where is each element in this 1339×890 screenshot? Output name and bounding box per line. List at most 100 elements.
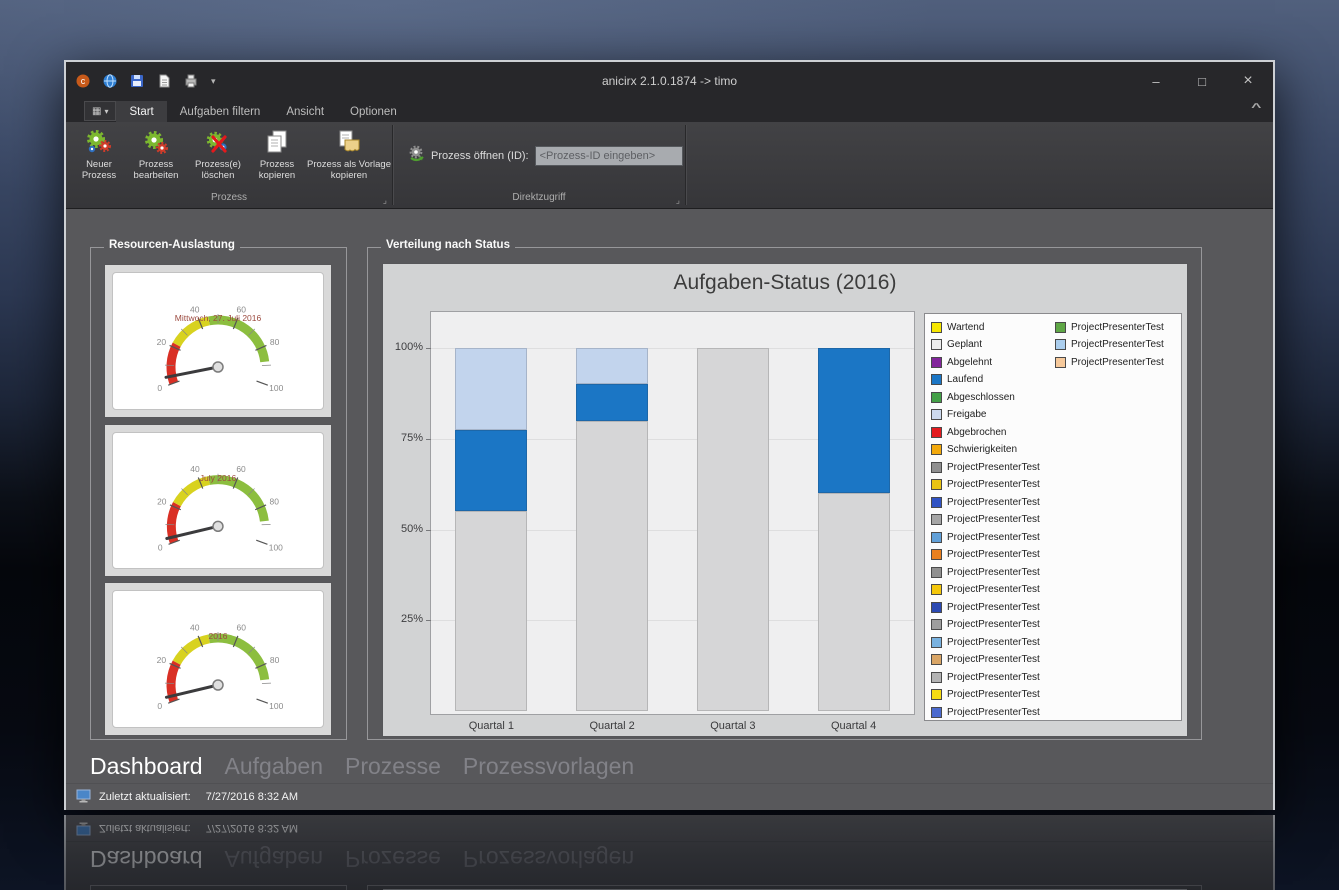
ribbon-group-separator [685,125,686,205]
close-button[interactable]: × [1231,69,1265,93]
prozess-kopieren-button[interactable]: Prozess kopieren [250,125,304,182]
svg-text:80: 80 [270,496,280,506]
svg-text:100: 100 [269,542,283,552]
quick-access-toolbar: c ▾ [74,72,216,90]
gauge-year: 0 20 40 60 80 100 2016 [112,590,324,728]
app-menu-button[interactable]: ▦ ▾ [84,101,117,121]
legend-item: Laufend [931,373,983,387]
bottom-navigation: Dashboard Aufgaben Prozesse Prozessvorla… [66,749,1273,783]
last-updated-label: Zuletzt aktualisiert: [99,791,191,803]
ribbon-tab-row: ▦ ▾ Start Aufgaben filtern Ansicht Option… [66,100,1273,122]
legend-label: Laufend [947,374,984,385]
copy-template-icon [335,127,363,157]
svg-text:c: c [81,76,86,86]
save-icon[interactable] [128,72,146,90]
legend-item: Abgelehnt [931,355,992,369]
legend-swatch [931,479,942,490]
globe-icon[interactable] [101,72,119,90]
nav-item-prozessvorlagen[interactable]: Prozessvorlagen [463,753,634,780]
nav-item-dashboard[interactable]: Dashboard [90,753,203,780]
maximize-button[interactable]: □ [1185,69,1219,93]
printer-icon[interactable] [182,72,200,90]
bar-segment-geplant [696,348,769,711]
legend-swatch [931,356,942,368]
x-axis-label: Quartal 2 [589,720,635,732]
legend-swatch [931,444,942,455]
svg-text:80: 80 [270,655,280,665]
legend-label: ProjectPresenterTest [947,584,1040,595]
gear-open-icon [408,144,426,167]
gauge-day-label: Mittwoch, 27. Juli 2016 [174,313,262,323]
direktzugriff-group-label: Direktzugriff [512,192,566,203]
prozess-kopieren-label: Prozess kopieren [258,159,296,182]
legend-label: ProjectPresenterTest [947,566,1040,578]
titlebar[interactable]: c ▾ anicirx 2.1.0.1874 -> timo – □ × [66,62,1273,100]
prozess-loeschen-button[interactable]: Prozess(e) löschen [188,125,248,182]
legend-item: ProjectPresenterTest [931,513,1040,527]
monitor-icon [76,789,92,806]
legend-swatch [931,321,942,333]
gauge-day: 0 20 40 60 80 100 Mittwoch, 27. Juli 2016 [112,272,324,410]
legend-swatch [931,409,942,420]
legend-item: Geplant [931,338,982,352]
gears-new-icon [85,127,113,157]
ribbon-collapse-icon[interactable]: ^ [1251,102,1261,114]
svg-text:0: 0 [157,701,162,711]
qat-dropdown-icon[interactable]: ▾ [211,76,216,87]
y-axis-label: 75% [400,431,423,444]
prozess-oeffnen-label: Prozess öffnen (ID): [431,149,529,162]
tab-optionen[interactable]: Optionen [337,101,410,122]
legend-label: ProjectPresenterTest [947,671,1040,683]
legend-label: Schwierigkeiten [947,444,1018,455]
tab-ansicht[interactable]: Ansicht [273,101,337,122]
app-window: c ▾ anicirx 2.1.0.1874 -> timo – □ × ▦ ▾… [64,60,1275,810]
y-axis-label: 25% [400,613,423,626]
legend-item: ProjectPresenterTest [931,688,1040,702]
neuer-prozess-label: Neuer Prozess [81,159,117,182]
y-tick-mark [426,620,431,622]
tab-start[interactable]: Start [116,101,167,122]
legend-swatch [931,374,942,385]
legend-label: ProjectPresenterTest [1071,321,1164,333]
prozess-id-input[interactable] [534,145,683,166]
x-axis-label: Quartal 1 [468,720,514,732]
ribbon-group-direktzugriff: Prozess öffnen (ID): Direktzugriff ⌟ [393,122,685,208]
legend-item: ProjectPresenterTest [1055,338,1164,352]
prozess-bearbeiten-label: Prozess bearbeiten [133,159,179,182]
legend-swatch [931,496,942,508]
direktzugriff-dialog-launcher-icon[interactable]: ⌟ [676,195,680,206]
neuer-prozess-button[interactable]: Neuer Prozess [74,125,124,182]
nav-item-prozesse[interactable]: Prozesse [345,753,441,780]
document-icon[interactable] [155,72,173,90]
legend-label: ProjectPresenterTest [947,496,1040,508]
minimize-button[interactable]: – [1139,69,1173,93]
legend-item: ProjectPresenterTest [931,583,1040,597]
legend-item: ProjectPresenterTest [931,618,1040,632]
prozess-dialog-launcher-icon[interactable]: ⌟ [383,195,387,206]
legend-swatch [931,671,942,683]
legend-label: ProjectPresenterTest [947,549,1040,560]
legend-label: Freigabe [947,409,987,420]
legend-swatch [931,549,942,560]
tab-aufgaben-filtern[interactable]: Aufgaben filtern [167,101,274,122]
legend-label: Wartend [947,321,985,333]
legend-item: Wartend [931,320,984,334]
legend-label: Geplant [947,339,983,350]
legend-label: ProjectPresenterTest [947,619,1040,630]
bar-segment-laufend [817,348,890,494]
legend-label: ProjectPresenterTest [947,531,1040,543]
bar-segment-geplant [455,511,528,711]
legend-item: ProjectPresenterTest [931,460,1040,474]
prozess-als-vorlage-kopieren-button[interactable]: Prozess als Vorlage kopieren [306,125,392,182]
ribbon-group-prozess: Neuer Prozess Prozess bearbeiten Prozess… [66,122,392,208]
legend-label: ProjectPresenterTest [947,654,1040,665]
chart-legend: Wartend Geplant Abgelehnt Laufend Abgeschlos… [924,313,1182,721]
nav-item-aufgaben[interactable]: Aufgaben [225,753,323,780]
app-logo-icon[interactable]: c [74,72,92,90]
window-reflection: c ▾ anicirx 2.1.0.1874 -> timo – [64,815,1275,890]
y-axis-label: 100% [394,341,423,353]
legend-swatch [931,619,942,630]
prozess-bearbeiten-button[interactable]: Prozess bearbeiten [126,125,186,182]
legend-label: ProjectPresenterTest [1071,356,1164,368]
legend-item: ProjectPresenterTest [931,705,1040,719]
